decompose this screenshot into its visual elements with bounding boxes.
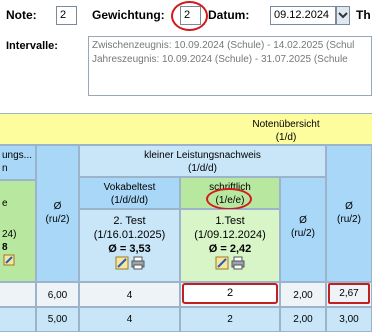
note-input[interactable]: 2 (56, 6, 77, 25)
grade-input[interactable]: 2 (182, 283, 278, 304)
left-test-title: e (2, 198, 8, 209)
table-cell: 2,00 (280, 282, 326, 307)
avg3-column-header: Ø (ru/2) (326, 145, 372, 282)
cut-label: Th (356, 8, 371, 22)
left-test-avg: 8 (2, 242, 8, 253)
interval-item: Jahreszeugnis: 10.09.2024 (Schule) - 31.… (92, 54, 348, 65)
left-test-header: e 24) 8 (0, 180, 36, 282)
intervals-label: Intervalle: (6, 40, 58, 52)
left-test-date: 24) (2, 229, 17, 240)
table-cell: 6,00 (36, 282, 79, 307)
col1-title: Vokabeltest (103, 182, 156, 193)
col1-header[interactable]: Vokabeltest (1/d/d/d) (79, 177, 180, 209)
weight-highlight (171, 1, 208, 31)
table-cell: 2,00 (280, 307, 326, 332)
table-cell (0, 282, 36, 307)
col2-test-name: 1.Test (215, 215, 245, 227)
avg2-column-header: Ø (ru/2) (280, 177, 326, 282)
avg-label: Ø (53, 201, 62, 212)
chevron-down-icon (338, 12, 348, 19)
table-cell[interactable]: 4 (79, 282, 180, 307)
col1-test: 2. Test (1/16.01.2025) Ø = 3,53 (79, 209, 180, 282)
group-sub: (1/d/d) (188, 163, 217, 174)
left-group-sub: n (2, 163, 8, 174)
left-group-title: ungs... (2, 150, 33, 161)
date-input[interactable]: 09.12.2024 (270, 6, 336, 25)
edit-icon[interactable] (3, 254, 17, 268)
overview-sub: (1/d) (275, 132, 297, 143)
table-cell (0, 307, 36, 332)
col2-test: 1.Test (1/09.12.2024) Ø = 2,42 (180, 209, 280, 282)
print-icon[interactable] (231, 256, 245, 270)
group-title: kleiner Leistungsnachweis (144, 150, 261, 161)
table-cell: 5,00 (36, 307, 79, 332)
date-dropdown-button[interactable] (336, 6, 350, 25)
col2-sub-highlight (206, 188, 252, 210)
avg-result-highlight: 2,67 (328, 283, 370, 304)
overview-title: Notenübersicht (252, 119, 320, 130)
table-cell[interactable]: 4 (79, 307, 180, 332)
intervals-list[interactable]: Zwischenzeugnis: 10.09.2024 (Schule) - 1… (88, 36, 372, 96)
table-cell[interactable]: 2 (180, 307, 280, 332)
table-cell: 3,00 (326, 307, 372, 332)
interval-item: Zwischenzeugnis: 10.09.2024 (Schule) - 1… (92, 40, 355, 51)
date-label: Datum: (208, 8, 250, 22)
overview-header: Notenübersicht (1/d) (0, 113, 372, 145)
col2-test-date: (1/09.12.2024) (194, 229, 266, 241)
avg2-label: Ø (299, 215, 307, 226)
print-icon[interactable] (131, 256, 145, 270)
avg-sub: (ru/2) (45, 214, 70, 225)
avg-column-header: Ø (ru/2) (36, 145, 79, 282)
edit-icon[interactable] (215, 256, 229, 270)
weight-label: Gewichtung: (92, 8, 165, 22)
col1-test-date: (1/16.01.2025) (93, 229, 166, 241)
avg3-label: Ø (345, 201, 353, 212)
group-header: kleiner Leistungsnachweis (1/d/d) (79, 145, 326, 177)
avg3-sub: (ru/2) (337, 214, 361, 225)
col1-test-avg: Ø = 3,53 (108, 243, 151, 255)
note-label: Note: (6, 8, 37, 22)
col1-sub: (1/d/d/d) (110, 195, 149, 206)
col1-test-name: 2. Test (113, 215, 146, 227)
edit-icon[interactable] (115, 256, 129, 270)
left-group-header: ungs... n (0, 145, 36, 180)
col2-test-avg: Ø = 2,42 (208, 243, 252, 255)
avg2-sub: (ru/2) (291, 228, 315, 239)
